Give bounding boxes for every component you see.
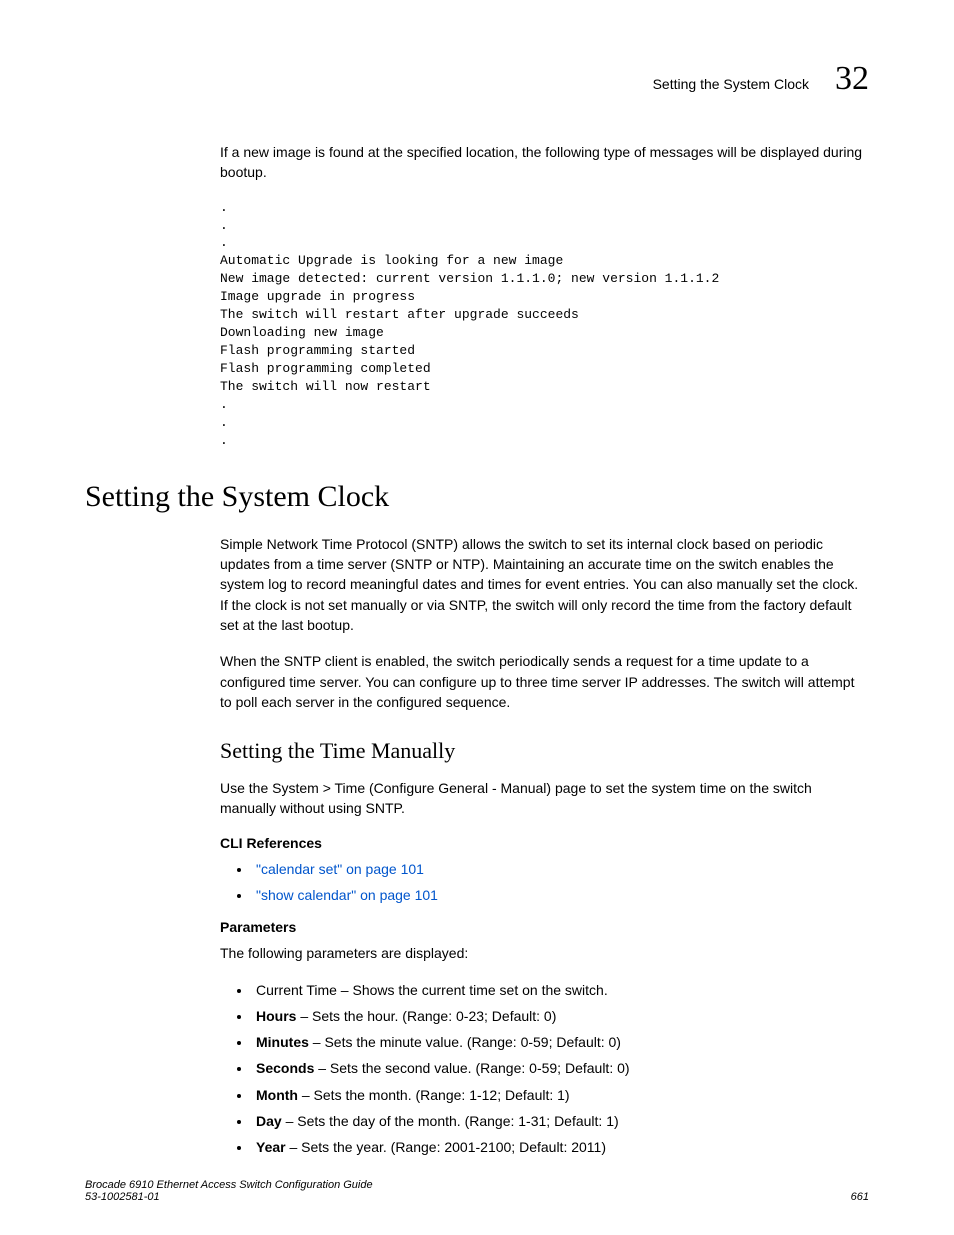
footer-left: Brocade 6910 Ethernet Access Switch Conf… [85,1179,373,1203]
param-desc: – Sets the hour. (Range: 0-23; Default: … [296,1008,556,1024]
manual-time-intro: Use the System > Time (Configure General… [220,778,869,819]
param-term: Day [256,1113,282,1129]
cli-ref-item: "calendar set" on page 101 [252,859,869,879]
param-desc: Current Time – Shows the current time se… [256,982,608,998]
param-year: Year – Sets the year. (Range: 2001-2100;… [252,1137,869,1157]
code-block-bootup: . . . Automatic Upgrade is looking for a… [220,199,869,450]
cli-references-heading: CLI References [220,835,869,851]
intro-paragraph: If a new image is found at the specified… [220,142,869,183]
param-seconds: Seconds – Sets the second value. (Range:… [252,1058,869,1078]
heading-setting-time-manually: Setting the Time Manually [220,738,869,764]
sntp-paragraph-2: When the SNTP client is enabled, the swi… [220,651,869,712]
param-desc: – Sets the year. (Range: 2001-2100; Defa… [286,1139,606,1155]
param-day: Day – Sets the day of the month. (Range:… [252,1111,869,1131]
param-hours: Hours – Sets the hour. (Range: 0-23; Def… [252,1006,869,1026]
footer-page-number: 661 [851,1191,869,1203]
chapter-number: 32 [835,60,869,98]
param-term: Minutes [256,1034,309,1050]
header-section-title: Setting the System Clock [653,76,809,92]
footer-doc-title: Brocade 6910 Ethernet Access Switch Conf… [85,1179,373,1191]
param-minutes: Minutes – Sets the minute value. (Range:… [252,1032,869,1052]
param-term: Hours [256,1008,296,1024]
parameters-list: Current Time – Shows the current time se… [220,980,869,1158]
cli-references-list: "calendar set" on page 101 "show calenda… [220,859,869,906]
content-block-2: Simple Network Time Protocol (SNTP) allo… [220,534,869,1158]
cli-ref-item: "show calendar" on page 101 [252,885,869,905]
param-desc: – Sets the minute value. (Range: 0-59; D… [309,1034,621,1050]
footer-doc-number: 53-1002581-01 [85,1191,373,1203]
param-current-time: Current Time – Shows the current time se… [252,980,869,1000]
link-calendar-set[interactable]: "calendar set" on page 101 [256,861,424,877]
param-desc: – Sets the month. (Range: 1-12; Default:… [298,1087,570,1103]
param-term: Year [256,1139,286,1155]
parameters-intro: The following parameters are displayed: [220,943,869,963]
param-term: Seconds [256,1060,314,1076]
param-desc: – Sets the day of the month. (Range: 1-3… [282,1113,619,1129]
param-month: Month – Sets the month. (Range: 1-12; De… [252,1085,869,1105]
page-footer: Brocade 6910 Ethernet Access Switch Conf… [85,1179,869,1203]
param-desc: – Sets the second value. (Range: 0-59; D… [314,1060,629,1076]
link-show-calendar[interactable]: "show calendar" on page 101 [256,887,438,903]
parameters-heading: Parameters [220,919,869,935]
page-header: Setting the System Clock 32 [85,60,869,98]
param-term: Month [256,1087,298,1103]
sntp-paragraph-1: Simple Network Time Protocol (SNTP) allo… [220,534,869,635]
content-block-1: If a new image is found at the specified… [220,142,869,450]
heading-setting-system-clock: Setting the System Clock [85,480,869,514]
